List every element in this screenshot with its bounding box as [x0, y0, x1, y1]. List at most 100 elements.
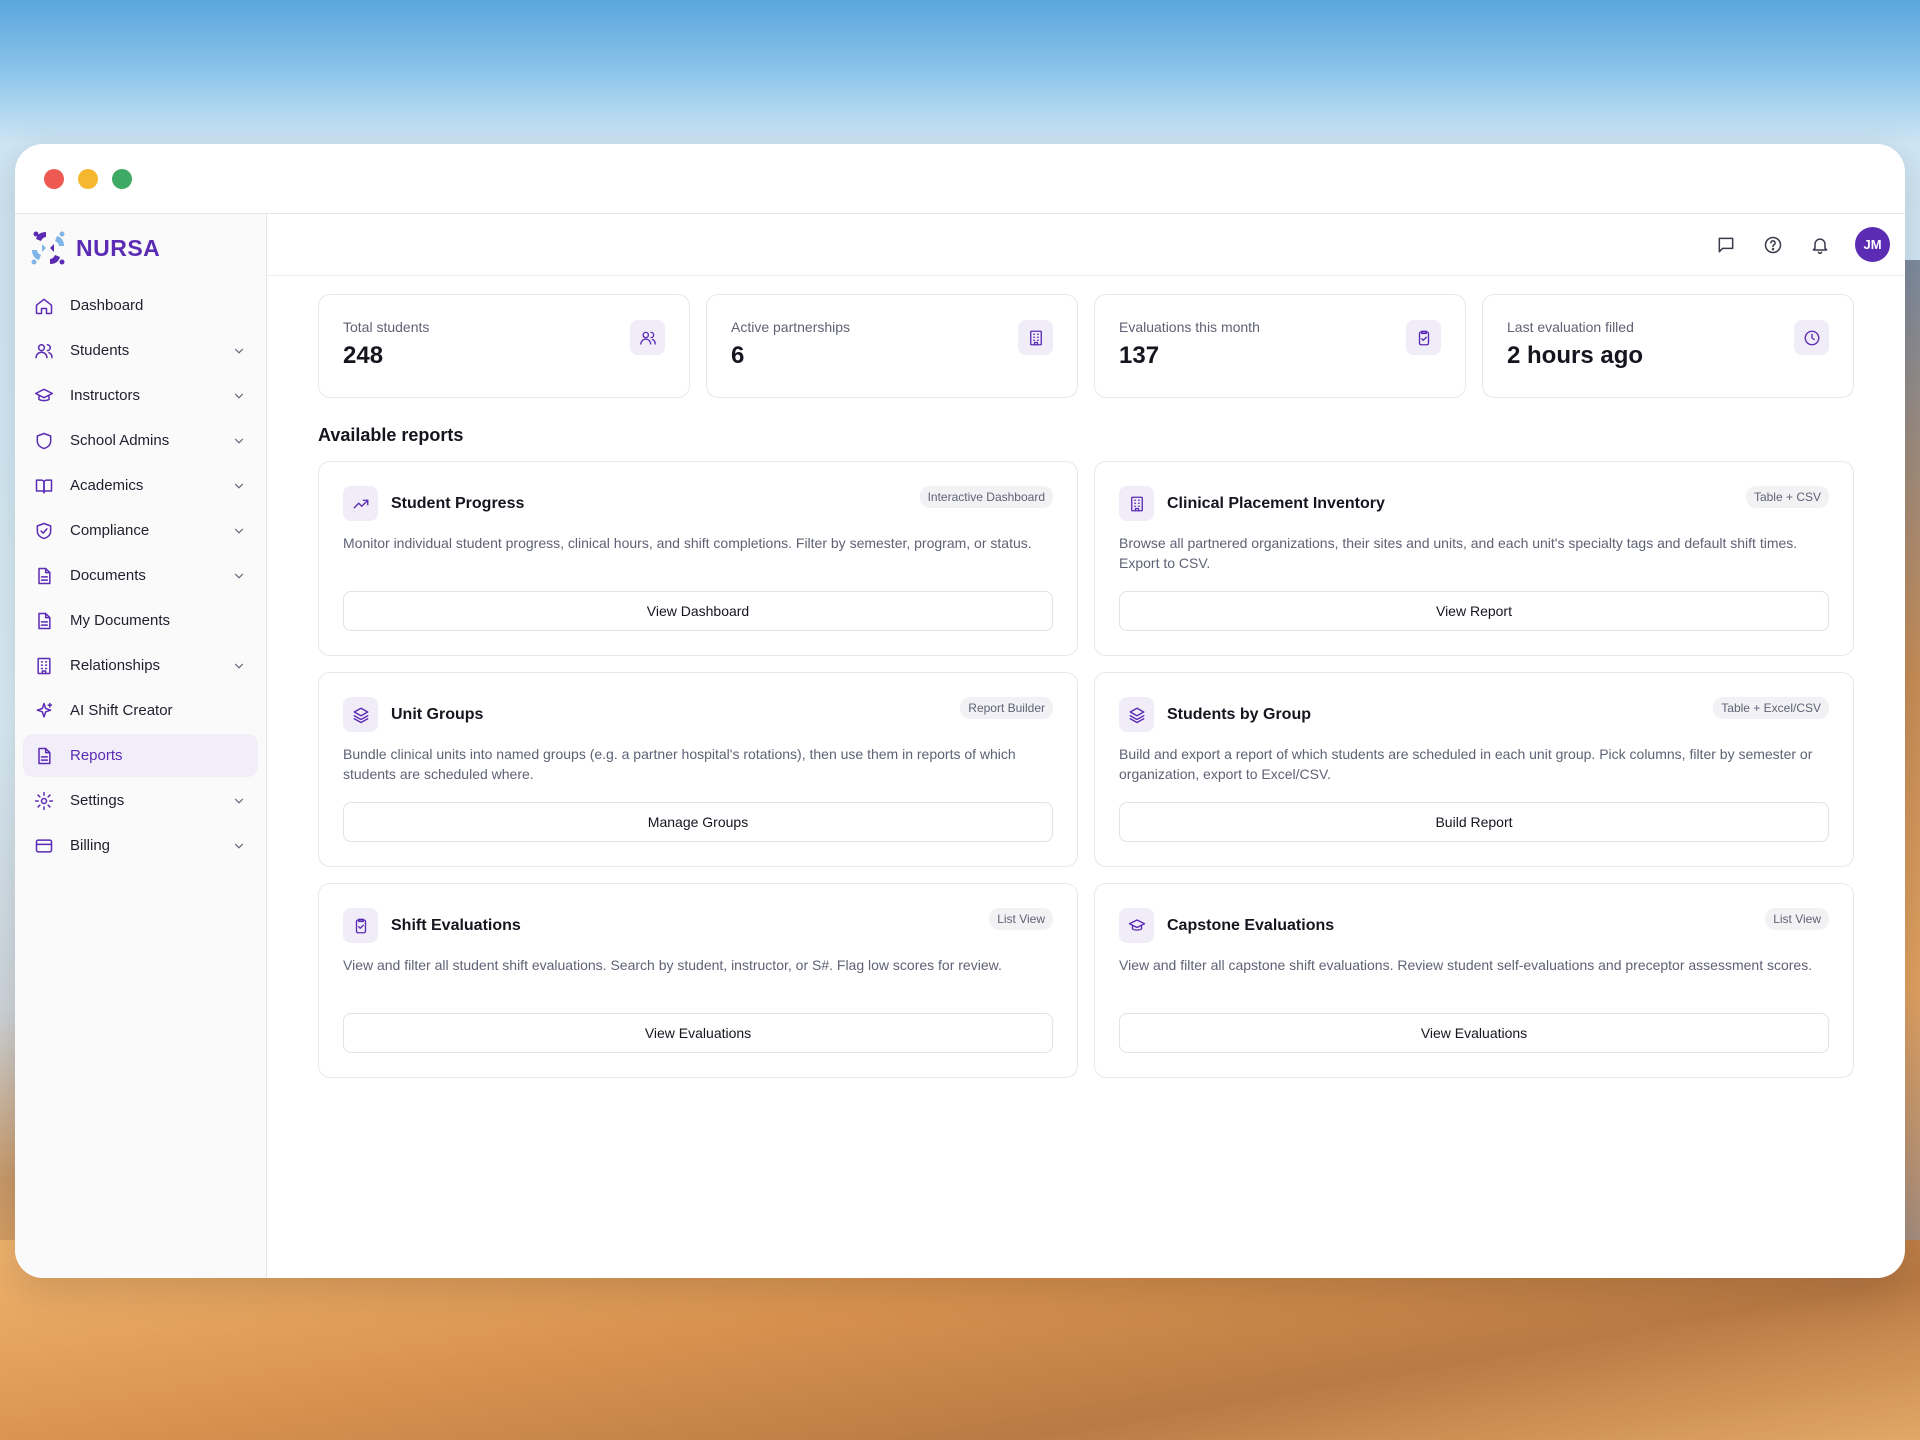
report-icon-wrap: [343, 486, 378, 521]
sidebar-item-label: School Admins: [70, 432, 170, 449]
stat-icon-wrap: [1406, 320, 1441, 355]
user-avatar[interactable]: JM: [1855, 227, 1890, 262]
title-bar: [15, 144, 1905, 214]
sidebar-item-label: AI Shift Creator: [70, 702, 173, 719]
report-action-button[interactable]: View Report: [1119, 591, 1829, 631]
chevron-down-icon[interactable]: [232, 659, 246, 673]
sidebar-item-label: Reports: [70, 747, 123, 764]
report-description: View and filter all student shift evalua…: [343, 957, 1002, 973]
sidebar-item-compliance[interactable]: Compliance: [23, 509, 258, 552]
sidebar-item-ai-shift-creator[interactable]: AI Shift Creator: [23, 689, 258, 732]
stat-card: Total students 248: [318, 294, 690, 398]
report-icon-wrap: [1119, 908, 1154, 943]
stat-icon-wrap: [630, 320, 665, 355]
chevron-down-icon[interactable]: [232, 479, 246, 493]
chevron-down-icon[interactable]: [232, 794, 246, 808]
chevron-down-icon[interactable]: [232, 839, 246, 853]
clipboard-check-icon: [1418, 330, 1429, 345]
sidebar-item-instructors[interactable]: Instructors: [23, 374, 258, 417]
minimize-window-button[interactable]: [78, 168, 98, 189]
graduation-cap-icon: [34, 386, 54, 406]
document-icon: [38, 747, 51, 764]
report-action-button[interactable]: Build Report: [1119, 802, 1829, 842]
chevron-down-icon[interactable]: [232, 524, 246, 538]
brand-logo[interactable]: NURSA: [15, 228, 266, 268]
sidebar-item-my-documents[interactable]: My Documents: [23, 599, 258, 642]
sidebar-item-academics[interactable]: Academics: [23, 464, 258, 507]
report-icon-wrap: [343, 697, 378, 732]
report-description: Bundle clinical units into named groups …: [343, 746, 1016, 782]
chevron-down-icon[interactable]: [232, 569, 246, 583]
sidebar-item-students[interactable]: Students: [23, 329, 258, 372]
stat-value: 6: [731, 342, 745, 369]
chevron-down-icon[interactable]: [232, 344, 246, 358]
reports-grid: Student Progress Interactive Dashboard Mon…: [318, 461, 1854, 1078]
stat-label: Active partnerships: [731, 319, 851, 335]
maximize-window-button[interactable]: [112, 168, 132, 189]
report-badge: Table + Excel/CSV: [1713, 697, 1829, 719]
sidebar-item-billing[interactable]: Billing: [23, 824, 258, 867]
sidebar-item-reports[interactable]: Reports: [23, 734, 258, 777]
report-action-button[interactable]: View Evaluations: [1119, 1013, 1829, 1053]
layers-icon: [1129, 707, 1144, 723]
users-icon: [639, 331, 656, 345]
report-card-header: Clinical Placement Inventory: [1119, 486, 1829, 521]
app-window: NURSA Dashboard Students Instructors School…: [15, 144, 1905, 1278]
clock-icon: [1804, 330, 1819, 345]
credit-card-icon: [34, 836, 54, 856]
app-body: NURSA Dashboard Students Instructors School…: [15, 214, 1905, 1278]
brand-name: NURSA: [76, 234, 161, 261]
gear-icon: [34, 791, 54, 810]
sidebar-item-label: Relationships: [70, 657, 161, 674]
report-badge: Table + CSV: [1745, 486, 1829, 508]
building-icon: [34, 656, 54, 676]
sidebar-item-dashboard[interactable]: Dashboard: [23, 284, 258, 327]
users-icon: [34, 341, 54, 361]
users-icon: [35, 343, 53, 358]
graduation-cap-icon: [1128, 918, 1145, 931]
document-icon: [34, 611, 54, 631]
report-description: Monitor individual student progress, cli…: [343, 535, 1032, 551]
report-title: Unit Groups: [391, 705, 484, 723]
document-icon: [38, 567, 51, 584]
sidebar-item-school-admins[interactable]: School Admins: [23, 419, 258, 462]
report-card: Capstone Evaluations List View View and fi…: [1094, 883, 1854, 1078]
stat-card: Evaluations this month 137: [1094, 294, 1466, 398]
messages-icon[interactable]: [1714, 233, 1738, 257]
stat-label: Evaluations this month: [1119, 319, 1260, 335]
sparkles-icon: [36, 702, 53, 718]
chevron-down-icon[interactable]: [232, 434, 246, 448]
sidebar-item-label: Academics: [70, 477, 144, 494]
report-title: Capstone Evaluations: [1167, 916, 1335, 934]
report-action-button[interactable]: View Evaluations: [343, 1013, 1053, 1053]
report-description: Browse all partnered organizations, thei…: [1119, 535, 1798, 571]
shield-check-icon: [34, 521, 54, 541]
sidebar-item-relationships[interactable]: Relationships: [23, 644, 258, 687]
close-window-button[interactable]: [44, 168, 64, 189]
sidebar-item-documents[interactable]: Documents: [23, 554, 258, 597]
report-action-button[interactable]: View Dashboard: [343, 591, 1053, 631]
report-icon-wrap: [343, 908, 378, 943]
book-icon: [34, 476, 54, 496]
report-badge: Interactive Dashboard: [919, 486, 1053, 508]
report-badge: List View: [989, 908, 1053, 930]
report-card: Student Progress Interactive Dashboard Mon…: [318, 461, 1078, 656]
sidebar-item-label: Instructors: [70, 387, 141, 404]
help-icon[interactable]: [1761, 233, 1785, 257]
home-icon: [34, 296, 54, 316]
report-title: Students by Group: [1167, 705, 1311, 723]
sidebar-item-settings[interactable]: Settings: [23, 779, 258, 822]
sidebar-item-label: Settings: [70, 792, 125, 809]
stat-card: Active partnerships 6: [706, 294, 1078, 398]
report-title: Student Progress: [391, 494, 525, 512]
report-card: Shift Evaluations List View View and filte…: [318, 883, 1078, 1078]
report-description: Build and export a report of which stude…: [1119, 746, 1813, 782]
chevron-down-icon[interactable]: [232, 389, 246, 403]
sidebar: NURSA Dashboard Students Instructors School…: [15, 214, 267, 1278]
report-action-button[interactable]: Manage Groups: [343, 802, 1053, 842]
sidebar-item-label: Students: [70, 342, 130, 359]
report-title: Clinical Placement Inventory: [1167, 494, 1385, 512]
bell-icon[interactable]: [1808, 233, 1832, 257]
sidebar-item-label: My Documents: [70, 612, 171, 629]
document-icon: [34, 746, 54, 766]
